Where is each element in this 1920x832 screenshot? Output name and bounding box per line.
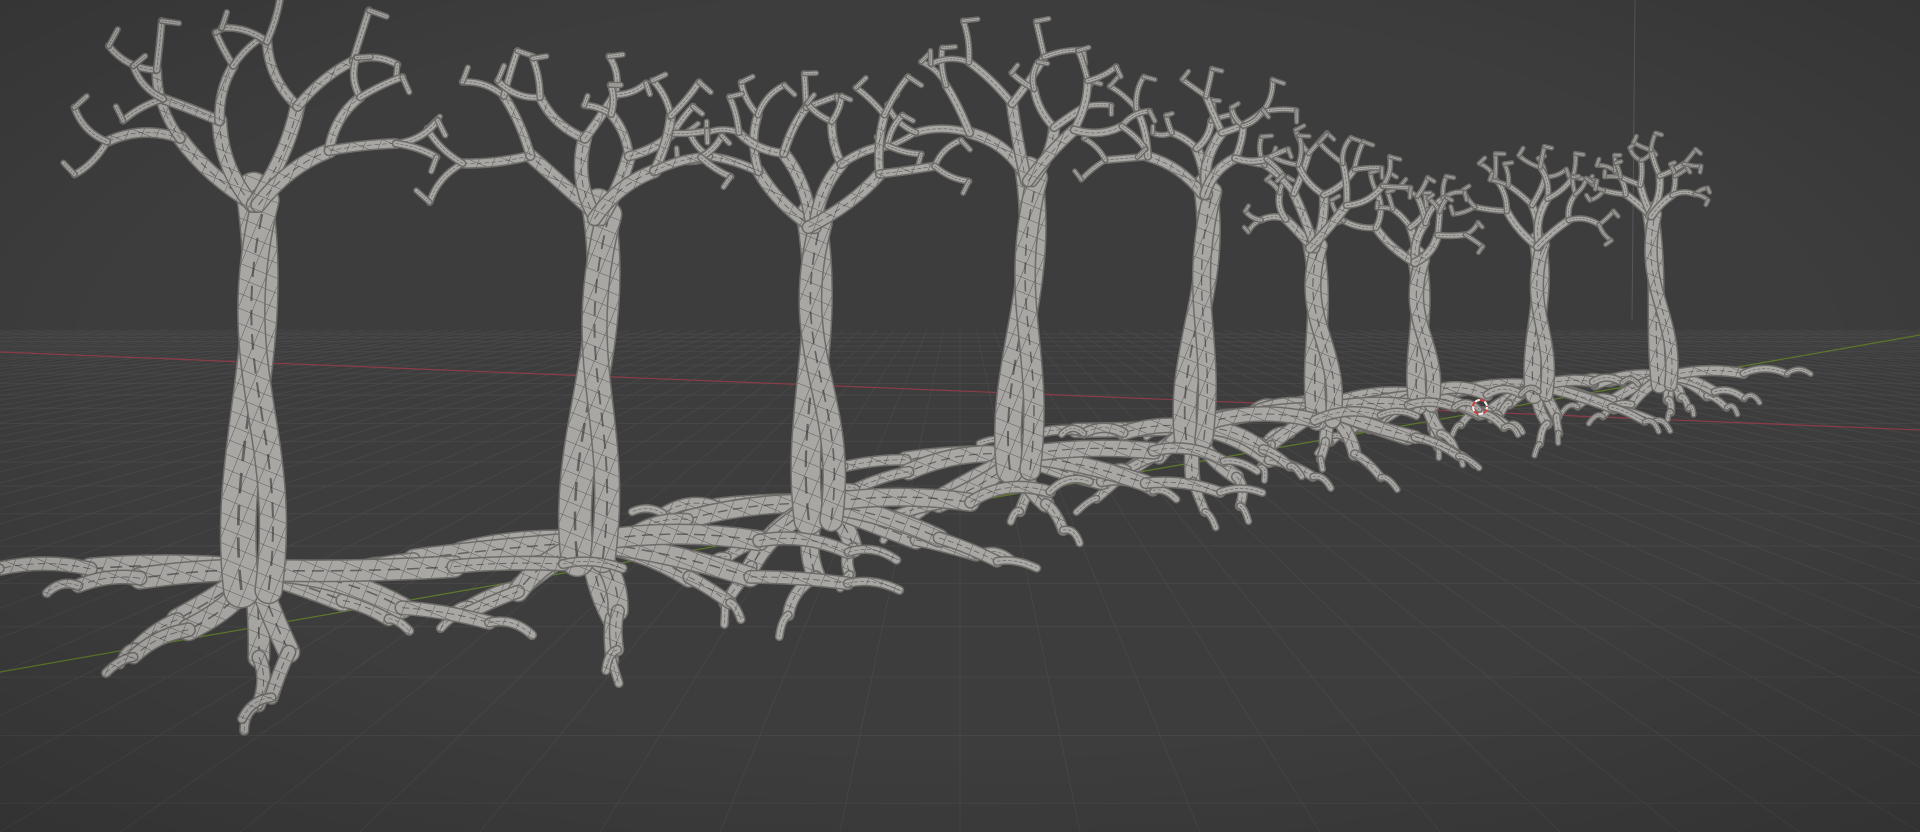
z-axis-line: [1631, 0, 1636, 321]
viewport-scene[interactable]: [0, 0, 1920, 832]
3d-viewport[interactable]: [0, 0, 1920, 832]
